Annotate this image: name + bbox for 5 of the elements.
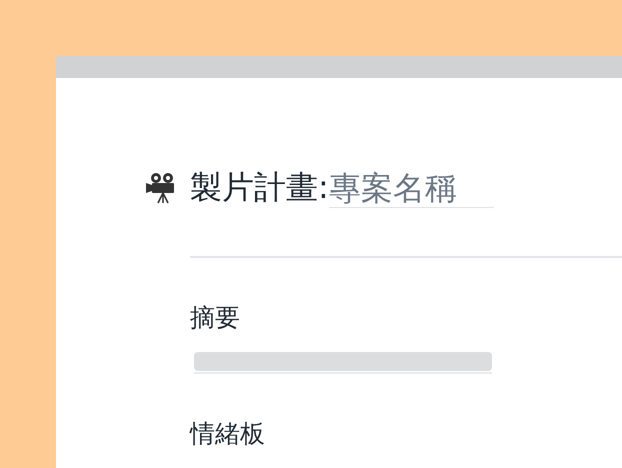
page-title: 製片計畫: bbox=[190, 167, 329, 208]
section-label: 摘要 bbox=[190, 302, 241, 334]
project-name-field[interactable]: 專案名稱 bbox=[328, 168, 494, 208]
section-label: 情緒板 bbox=[190, 418, 266, 450]
input-field[interactable] bbox=[194, 352, 492, 374]
